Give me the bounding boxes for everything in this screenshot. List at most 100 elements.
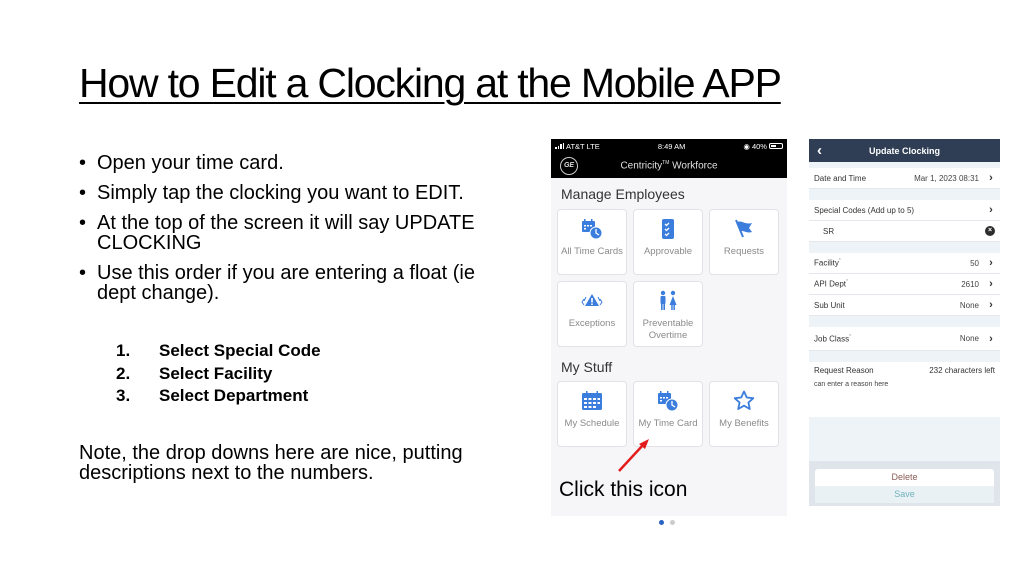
tile-label: My Schedule (564, 418, 620, 429)
tile-exceptions[interactable]: Exceptions (557, 281, 627, 347)
phone-home-screenshot: AT&T LTE 8:49 AM ◉ 40% GE CentricityTM W… (551, 139, 787, 516)
tile-requests[interactable]: Requests (709, 209, 779, 275)
step-item: 3. Select Department (116, 385, 321, 408)
row-label: Facility (814, 258, 839, 268)
chevron-right-icon: › (989, 299, 993, 311)
step-number: 2. (116, 363, 131, 383)
page-indicator[interactable] (659, 520, 675, 525)
calendar-clock-icon (581, 218, 603, 240)
tile-my-benefits[interactable]: My Benefits (709, 381, 779, 447)
special-code-value: SR (823, 226, 835, 236)
action-buttons: Delete Save (809, 461, 1000, 506)
phone-update-clocking-screenshot: ‹ Update Clocking Date and Time Mar 1, 2… (809, 139, 1000, 506)
status-bar: AT&T LTE 8:49 AM ◉ 40% (551, 139, 787, 153)
page-dot-active[interactable] (659, 520, 664, 525)
bullet-item: Use this order if you are entering a flo… (79, 263, 519, 303)
flag-icon (733, 218, 755, 240)
request-reason-label: Request Reason (814, 366, 874, 375)
manage-employees-grid: All Time Cards Approvable Requests Excep… (551, 209, 787, 347)
date-time-row[interactable]: Date and Time Mar 1, 2023 08:31 › (809, 168, 1000, 189)
tile-label: Preventable Overtime (642, 318, 694, 341)
battery-status: ◉ 40% (743, 142, 783, 151)
step-number: 1. (116, 341, 131, 360)
tile-label: Approvable (643, 246, 693, 257)
remove-code-icon[interactable]: × (985, 226, 995, 236)
slide-title: How to Edit a Clocking at the Mobile APP (79, 60, 782, 106)
bullet-item: At the top of the screen it will say UPD… (79, 213, 519, 253)
step-label: Select Special Code (159, 341, 321, 360)
required-marker: * (849, 333, 852, 340)
section-title-my-stuff: My Stuff (561, 359, 613, 375)
tile-label: My Time Card (638, 418, 698, 429)
instruction-bullets: Open your time card. Simply tap the cloc… (79, 153, 519, 313)
bullet-item: Simply tap the clocking you want to EDIT… (79, 183, 519, 203)
api-dept-row[interactable]: API Dept* 2610 › (809, 274, 1000, 295)
calendar-clock-icon (657, 390, 679, 412)
row-value: 2610 (961, 279, 979, 289)
row-label: Special Codes (Add up to 5) (814, 205, 915, 215)
signal-icon (555, 143, 564, 149)
chevron-right-icon: › (989, 204, 993, 216)
special-codes-row[interactable]: Special Codes (Add up to 5) › (809, 200, 1000, 221)
checklist-icon (657, 218, 679, 240)
request-reason-input[interactable]: can enter a reason here (814, 381, 995, 388)
step-number: 3. (116, 386, 131, 405)
carrier-signal: AT&T LTE (555, 142, 600, 151)
back-chevron-icon[interactable]: ‹ (817, 142, 822, 159)
numbered-steps: 1. Select Special Code 2. Select Facility … (116, 340, 321, 408)
step-item: 2. Select Facility (116, 363, 321, 386)
battery-icon (768, 143, 783, 149)
chevron-right-icon: › (989, 278, 993, 290)
character-counter: 232 characters left (929, 366, 995, 375)
chevron-right-icon: › (989, 257, 993, 269)
people-icon (657, 290, 679, 312)
row-label: Date and Time (814, 173, 867, 183)
status-time: 8:49 AM (657, 141, 686, 151)
required-marker: * (846, 279, 848, 286)
request-reason-field[interactable]: Request Reason 232 characters left can e… (809, 362, 1000, 417)
job-class-row[interactable]: Job Class* None › (809, 327, 1000, 351)
star-icon (733, 390, 755, 412)
my-stuff-grid: My Schedule My Time Card My Benefits (551, 381, 787, 447)
delete-button[interactable]: Delete (815, 469, 994, 486)
bullet-item: Open your time card. (79, 153, 519, 173)
row-value: None (959, 300, 979, 310)
update-clocking-title: Update Clocking (868, 145, 940, 156)
row-value: 50 (970, 258, 979, 268)
alert-icon (581, 290, 603, 312)
special-code-chip: SR × (809, 221, 1000, 242)
app-title: CentricityTM Workforce (620, 159, 718, 172)
tile-label: My Benefits (719, 418, 769, 429)
chevron-right-icon: › (989, 332, 993, 345)
step-label: Select Department (159, 386, 309, 405)
sub-unit-row[interactable]: Sub Unit None › (809, 295, 1000, 316)
update-clocking-header: ‹ Update Clocking (809, 139, 1000, 162)
callout-arrow-icon (618, 439, 649, 472)
page-dot[interactable] (670, 520, 675, 525)
row-label: Job Class (814, 334, 850, 344)
note-text: Note, the drop downs here are nice, putt… (79, 442, 463, 484)
section-title-manage-employees: Manage Employees (561, 186, 685, 202)
row-value: Mar 1, 2023 08:31 (914, 173, 979, 183)
tile-label: Exceptions (568, 318, 616, 329)
tile-preventable-overtime[interactable]: Preventable Overtime (633, 281, 703, 347)
row-value: None (959, 334, 979, 343)
carrier-label: AT&T LTE (566, 141, 600, 151)
tile-approvable[interactable]: Approvable (633, 209, 703, 275)
tile-all-time-cards[interactable]: All Time Cards (557, 209, 627, 275)
facility-row[interactable]: Facility* 50 › (809, 253, 1000, 274)
click-this-icon-callout: Click this icon (559, 478, 688, 501)
battery-percent: 40% (751, 141, 767, 151)
tile-label: Requests (723, 246, 765, 257)
chevron-right-icon: › (989, 172, 993, 184)
calendar-icon (581, 390, 603, 412)
tile-label: All Time Cards (561, 246, 623, 257)
save-button[interactable]: Save (815, 486, 994, 503)
alarm-icon: ◉ (743, 141, 750, 151)
row-label: API Dept (814, 279, 847, 289)
step-item: 1. Select Special Code (116, 340, 321, 363)
required-marker: * (838, 258, 841, 265)
step-label: Select Facility (159, 363, 273, 383)
ge-logo-icon[interactable]: GE (560, 156, 578, 175)
app-header: GE CentricityTM Workforce (551, 153, 787, 178)
